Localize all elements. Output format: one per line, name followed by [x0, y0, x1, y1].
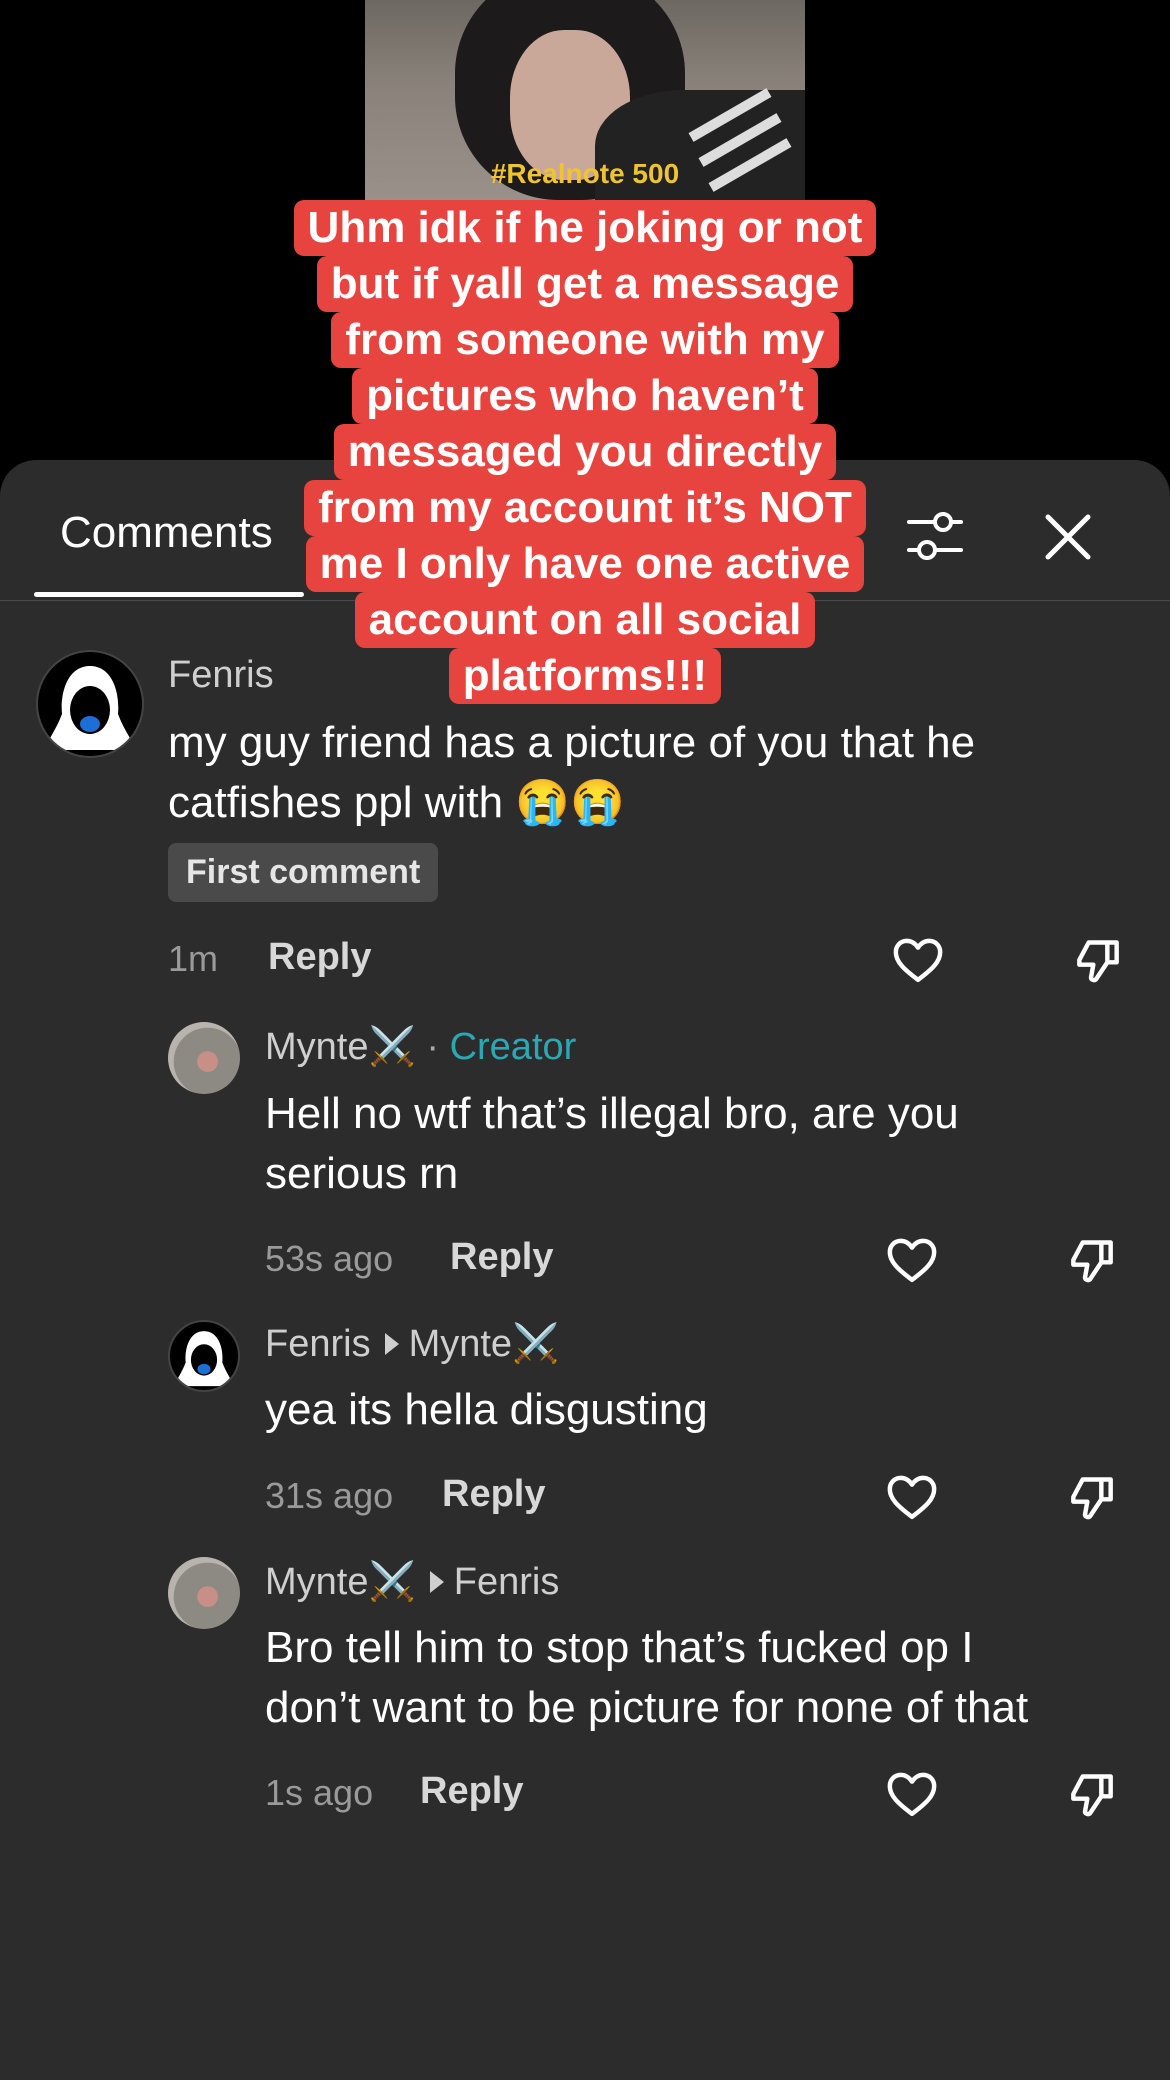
reply-username[interactable]: Mynte⚔️: [265, 1026, 416, 1068]
reply-text-line: Hell no wtf that’s illegal bro, are you: [265, 1089, 959, 1138]
reply-button[interactable]: Reply: [420, 1770, 523, 1813]
reply-username[interactable]: Fenris: [265, 1323, 371, 1365]
reply-text-line: serious rn: [265, 1149, 459, 1198]
reply-username[interactable]: Mynte⚔️: [265, 1561, 416, 1603]
reply-to-username[interactable]: Fenris: [454, 1561, 560, 1603]
dislike-icon[interactable]: [1064, 1232, 1120, 1288]
avatar[interactable]: [168, 1022, 240, 1094]
heart-icon[interactable]: [884, 1766, 940, 1822]
tab-comments[interactable]: Comments: [60, 508, 273, 558]
tab-underline: [34, 592, 304, 597]
reply-text: Bro tell him to stop that’s fucked op I …: [265, 1618, 1160, 1738]
reply-time: 31s ago: [265, 1475, 394, 1516]
avatar-image: [173, 1331, 235, 1387]
heart-icon[interactable]: [884, 1469, 940, 1525]
reply-text-line: yea its hella disgusting: [265, 1385, 708, 1434]
reply-button[interactable]: Reply: [442, 1473, 545, 1516]
first-comment-badge: First comment: [168, 843, 439, 902]
avatar[interactable]: [168, 1320, 240, 1392]
caption-line: from someone with my: [331, 312, 839, 368]
dislike-icon[interactable]: [1064, 1766, 1120, 1822]
avatar[interactable]: [168, 1557, 240, 1629]
comment-username[interactable]: Fenris: [168, 654, 274, 697]
sliders-icon: [907, 512, 963, 560]
caption-line: me I only have one active: [305, 536, 865, 592]
avatar[interactable]: [36, 650, 144, 758]
reply-time: 53s ago: [265, 1238, 394, 1279]
reply-text: yea its hella disgusting: [265, 1380, 1145, 1440]
comment-text-line: my guy friend has a picture of you that …: [168, 718, 976, 767]
reply-arrow-icon: [384, 1332, 399, 1355]
caption-line: platforms!!!: [448, 648, 722, 704]
comment-time: 1m: [168, 938, 219, 979]
close-button[interactable]: [1040, 500, 1096, 570]
reply-button[interactable]: Reply: [268, 936, 371, 979]
reply-header: Mynte⚔️ · Creator: [265, 1025, 576, 1069]
caption-line: messaged you directly: [333, 424, 837, 480]
video-caption-overlay: Uhm idk if he joking or not but if yall …: [285, 200, 885, 704]
comment-text: my guy friend has a picture of you that …: [168, 713, 1128, 833]
caption-line: account on all social: [354, 592, 816, 648]
reply-to-username[interactable]: Mynte⚔️: [409, 1323, 560, 1365]
reply-arrow-icon: [429, 1570, 444, 1593]
caption-line: pictures who haven’t: [352, 368, 818, 424]
dislike-icon[interactable]: [1064, 1469, 1120, 1525]
reply-button[interactable]: Reply: [450, 1236, 553, 1279]
close-icon: [1045, 514, 1091, 560]
filter-button[interactable]: [905, 500, 965, 570]
video-hashtag[interactable]: #Realnote 500: [365, 158, 805, 190]
reply-header: Fenris Mynte⚔️: [265, 1322, 559, 1366]
reply-time: 1s ago: [265, 1772, 374, 1813]
reply-text-line: don’t want to be picture for none of tha…: [265, 1683, 1029, 1732]
dislike-icon[interactable]: [1070, 932, 1126, 988]
reply-text: Hell no wtf that’s illegal bro, are you …: [265, 1084, 1145, 1204]
creator-label: Creator: [449, 1026, 577, 1068]
caption-line: from my account it’s NOT: [304, 480, 866, 536]
reply-text-line: Bro tell him to stop that’s fucked op I: [265, 1623, 974, 1672]
separator-dot: ·: [426, 1026, 440, 1068]
reply-header: Mynte⚔️ Fenris: [265, 1560, 559, 1604]
caption-line: but if yall get a message: [316, 256, 854, 312]
avatar-image: [44, 666, 136, 750]
heart-icon[interactable]: [884, 1232, 940, 1288]
heart-icon[interactable]: [890, 932, 946, 988]
comment-text-line: catfishes ppl with 😭😭: [168, 778, 625, 827]
caption-line: Uhm idk if he joking or not: [293, 200, 877, 256]
